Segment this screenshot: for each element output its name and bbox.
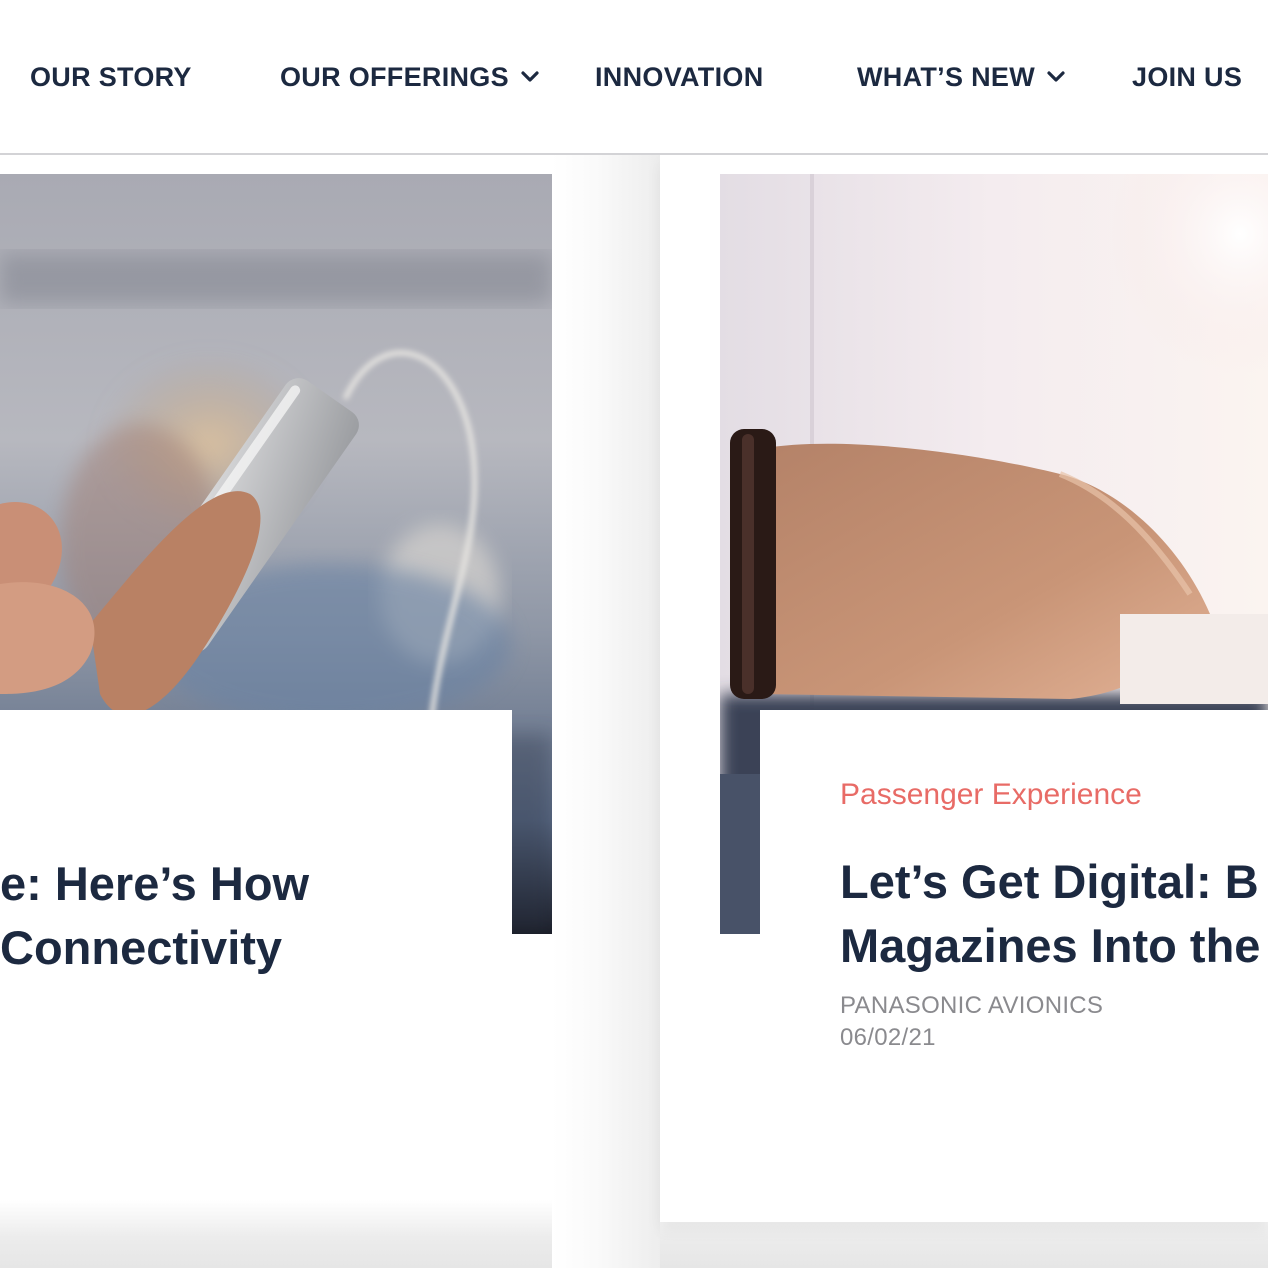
card-gutter-shadow bbox=[552, 155, 660, 1268]
article-title-line: Magazines Into the bbox=[840, 919, 1261, 972]
nav-item-label: WHAT’S NEW bbox=[857, 61, 1035, 92]
nav-item-our-offerings[interactable]: OUR OFFERINGS bbox=[280, 58, 539, 96]
article-author: PANASONIC AVIONICS bbox=[840, 992, 1104, 1019]
article-title[interactable]: e: Here’s How Connectivity bbox=[0, 852, 512, 980]
article-title-line: Let’s Get Digital: B bbox=[840, 855, 1259, 908]
article-title-line: Connectivity bbox=[0, 921, 283, 974]
article-meta: PANASONIC AVIONICS 06/02/21 bbox=[840, 990, 1103, 1054]
nav-item-label: OUR OFFERINGS bbox=[280, 61, 509, 92]
main-navigation: OUR STORY OUR OFFERINGS INNOVATION WHAT’… bbox=[0, 0, 1268, 155]
nav-item-whats-new[interactable]: WHAT’S NEW bbox=[857, 58, 1065, 96]
nav-item-label: JOIN US bbox=[1132, 61, 1243, 92]
nav-item-label: OUR STORY bbox=[30, 61, 192, 92]
chevron-down-icon[interactable] bbox=[521, 71, 539, 83]
page: OUR STORY OUR OFFERINGS INNOVATION WHAT’… bbox=[0, 0, 1268, 1268]
article-title-line: e: Here’s How bbox=[0, 857, 310, 910]
article-date: 06/02/21 bbox=[840, 1024, 936, 1051]
nav-item-label: INNOVATION bbox=[595, 61, 764, 92]
article-category[interactable]: Passenger Experience bbox=[840, 778, 1142, 812]
chevron-down-icon[interactable] bbox=[1047, 71, 1065, 83]
nav-item-join-us[interactable]: JOIN US bbox=[1132, 58, 1242, 96]
nav-item-our-story[interactable]: OUR STORY bbox=[30, 58, 192, 96]
nav-item-innovation[interactable]: INNOVATION bbox=[595, 58, 764, 96]
article-title[interactable]: Let’s Get Digital: B Magazines Into the bbox=[840, 850, 1268, 978]
